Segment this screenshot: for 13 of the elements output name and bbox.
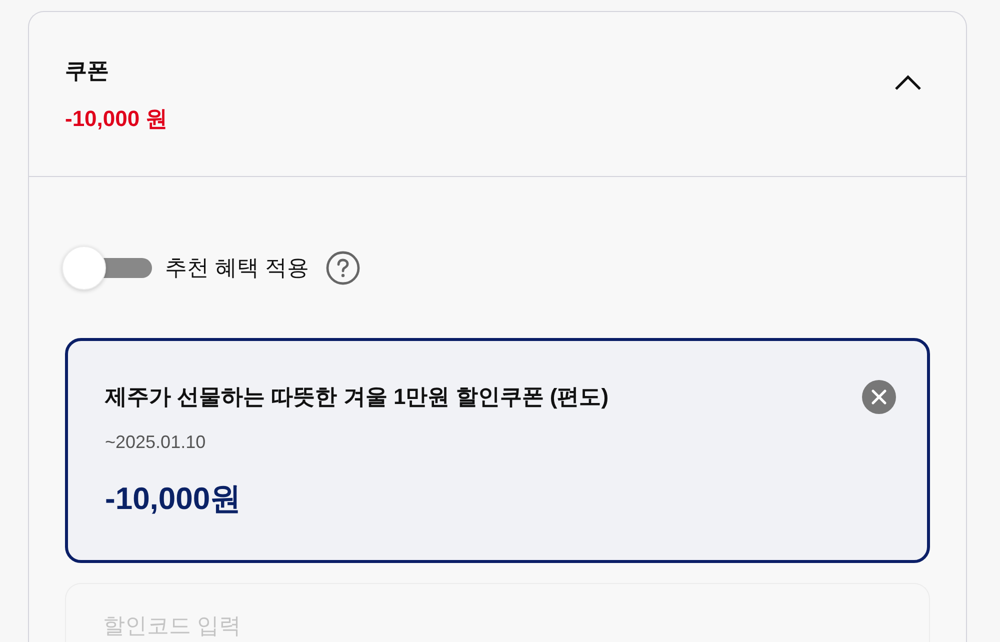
discount-total: -10,000 원 xyxy=(65,105,168,133)
coupon-expiry: ~2025.01.10 xyxy=(105,431,206,454)
close-icon xyxy=(862,380,896,414)
toggle-switch[interactable] xyxy=(62,245,152,291)
section-title: 쿠폰 xyxy=(65,57,109,85)
toggle-label: 추천 혜택 적용 xyxy=(165,254,310,282)
collapse-button[interactable] xyxy=(894,75,922,91)
coupon-amount: -10,000원 xyxy=(105,480,242,518)
chevron-up-icon xyxy=(894,75,922,91)
close-button[interactable] xyxy=(862,380,896,414)
coupon-title: 제주가 선물하는 따뜻한 겨울 1만원 할인쿠폰 (편도) xyxy=(105,383,609,411)
coupon-card[interactable]: 제주가 선물하는 따뜻한 겨울 1만원 할인쿠폰 (편도) ~2025.01.10 -10,000원 xyxy=(65,338,930,563)
help-icon[interactable] xyxy=(326,251,360,285)
